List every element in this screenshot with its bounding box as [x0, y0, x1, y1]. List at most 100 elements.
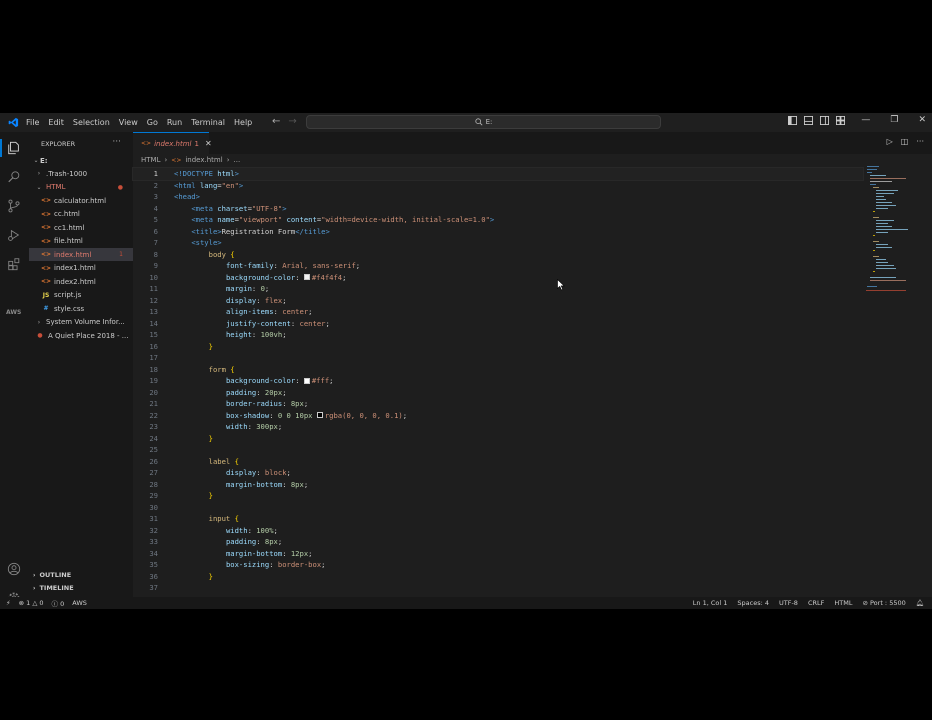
info-indicator[interactable]: ⓘ 0: [52, 598, 65, 608]
menu-run[interactable]: Run: [167, 118, 182, 127]
tree-item[interactable]: <> file.html: [29, 235, 133, 248]
tree-item[interactable]: ● A Quiet Place 2018 - ...: [29, 329, 133, 342]
minimap[interactable]: [866, 164, 914, 294]
tab-index-html[interactable]: <> index.html 1 ✕: [133, 132, 212, 154]
notifications-bell-icon[interactable]: 🔔︎: [916, 599, 924, 607]
menu-file[interactable]: File: [26, 118, 39, 127]
encoding[interactable]: UTF-8: [779, 599, 798, 607]
code-line: 10 background-color: #f4f4f4;: [133, 272, 863, 284]
account-icon[interactable]: [5, 560, 23, 578]
tree-item[interactable]: <> index1.html: [29, 262, 133, 275]
breadcrumb-more[interactable]: ...: [234, 156, 241, 164]
run-icon[interactable]: ▷: [887, 137, 893, 146]
line-number: 34: [149, 548, 158, 558]
line-number: 16: [149, 341, 158, 351]
color-swatch[interactable]: [303, 377, 310, 384]
code-line: 36 }: [133, 571, 863, 583]
code-token: ;: [355, 261, 361, 270]
code-token: >: [489, 215, 495, 224]
close-tab-icon[interactable]: ✕: [205, 139, 212, 148]
search-activity-icon[interactable]: [5, 168, 23, 186]
remote-icon[interactable]: ⚡: [6, 599, 11, 607]
back-arrow-icon[interactable]: ←: [272, 116, 280, 127]
chevron-down-icon: ⌄: [36, 183, 42, 191]
close-window-icon[interactable]: ✕: [918, 115, 926, 125]
run-debug-icon[interactable]: [5, 226, 23, 244]
code-token: :: [295, 272, 304, 282]
code-token: html: [217, 169, 235, 178]
indentation[interactable]: Spaces: 4: [737, 599, 769, 607]
problems-indicator[interactable]: ⊗ 1 △ 0: [19, 599, 44, 607]
aws-icon[interactable]: AWS: [6, 309, 21, 316]
code-token: :: [282, 548, 291, 558]
code-token: }: [208, 571, 213, 581]
tree-item[interactable]: <> cc.html: [29, 208, 133, 221]
explorer-icon[interactable]: [0, 139, 23, 157]
forward-arrow-icon[interactable]: →: [288, 116, 296, 127]
minimize-icon[interactable]: —: [861, 115, 870, 125]
tree-item[interactable]: › .Trash-1000: [29, 167, 133, 180]
source-control-icon[interactable]: [5, 197, 23, 215]
outline-section[interactable]: › OUTLINE: [33, 571, 71, 579]
editor-tabs: <> index.html 1 ✕ ▷ ◫ ···: [133, 132, 932, 154]
code-line: 37: [133, 582, 863, 594]
tree-item[interactable]: ⌄ HTML ●: [29, 181, 133, 194]
code-token: #f4f4f4: [311, 272, 343, 282]
line-number: 37: [149, 583, 158, 592]
breadcrumb-file[interactable]: index.html: [185, 156, 222, 164]
tree-item-label: file.html: [54, 237, 83, 245]
tree-item[interactable]: <> index2.html: [29, 275, 133, 288]
code-line: 4 <meta charset = "UTF-8" >: [133, 203, 863, 215]
chevron-right-icon: ›: [37, 170, 41, 177]
tree-item[interactable]: JS script.js: [29, 289, 133, 302]
language-mode[interactable]: HTML: [834, 599, 852, 607]
line-number: 21: [149, 399, 158, 408]
tree-item[interactable]: › System Volume Infor...: [29, 316, 133, 329]
line-number: 4: [153, 203, 158, 213]
maximize-icon[interactable]: ❐: [890, 115, 898, 125]
tree-item[interactable]: # style.css: [29, 302, 133, 315]
breadcrumb-folder[interactable]: HTML: [141, 156, 160, 164]
tree-item[interactable]: <> index.html 1: [29, 248, 133, 261]
code-token: 8px: [290, 479, 304, 489]
toggle-panel-icon[interactable]: [803, 115, 813, 125]
code-editor[interactable]: 1 <!DOCTYPE html >2 <html lang = "en" >3 <head>…: [132, 167, 864, 594]
extensions-icon[interactable]: [5, 255, 23, 273]
code-line: 26 label {: [133, 456, 863, 468]
code-line: 22 box-shadow: 0 0 10px rgba(0, 0, 0, 0.…: [133, 410, 863, 422]
menu-help[interactable]: Help: [234, 118, 252, 127]
live-server-port[interactable]: ⊘ Port : 5500: [862, 599, 905, 607]
command-center-search[interactable]: E:: [306, 115, 661, 129]
menu-selection[interactable]: Selection: [73, 118, 110, 127]
more-actions-icon[interactable]: ···: [112, 137, 121, 147]
code-token: 0 0 10px: [277, 410, 313, 420]
menu-go[interactable]: Go: [147, 118, 158, 127]
menu-terminal[interactable]: Terminal: [191, 118, 225, 127]
toggle-sidebar-icon[interactable]: [787, 115, 797, 125]
tree-item[interactable]: <> cc1.html: [29, 221, 133, 234]
aws-status[interactable]: AWS: [72, 599, 87, 607]
more-icon[interactable]: ···: [916, 137, 924, 146]
color-swatch[interactable]: [303, 274, 310, 280]
toggle-secondary-sidebar-icon[interactable]: [819, 115, 829, 125]
code-token: display: [225, 295, 257, 305]
tree-item-label: .Trash-1000: [46, 169, 88, 178]
timeline-section[interactable]: › TIMELINE: [33, 584, 74, 592]
menu-view[interactable]: View: [119, 118, 138, 127]
menu-edit[interactable]: Edit: [48, 118, 64, 127]
split-editor-icon[interactable]: ◫: [901, 137, 909, 146]
color-swatch[interactable]: [316, 412, 323, 418]
code-token: content: [286, 215, 317, 224]
line-endings[interactable]: CRLF: [808, 599, 824, 607]
code-token: ;: [273, 525, 278, 535]
chevron-right-icon: ›: [37, 318, 41, 326]
explorer-root[interactable]: ⌄ E:: [29, 154, 133, 167]
customize-layout-icon[interactable]: [835, 115, 845, 125]
cursor-position[interactable]: Ln 1, Col 1: [693, 599, 728, 607]
code-token: ;: [282, 295, 287, 305]
tree-item[interactable]: <> calculator.html: [29, 194, 133, 207]
